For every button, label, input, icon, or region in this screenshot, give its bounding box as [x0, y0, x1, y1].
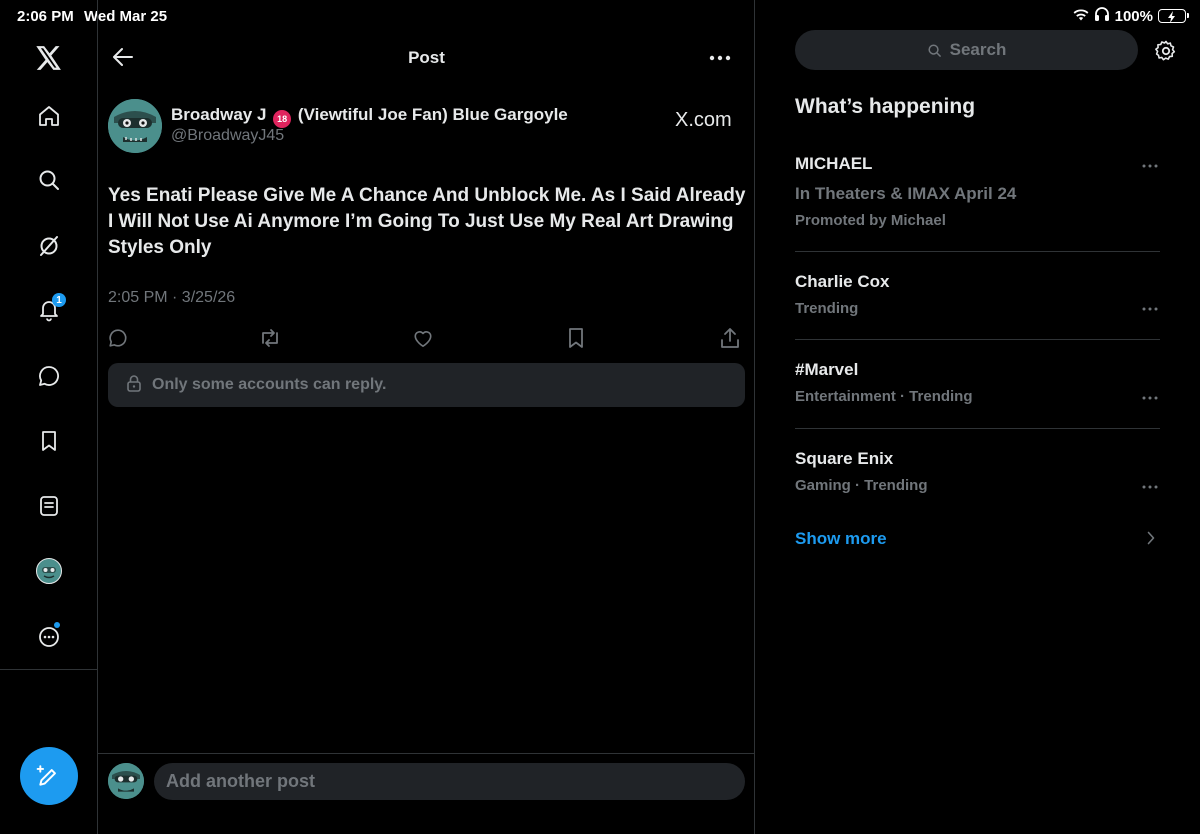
trend-name: Charlie Cox — [795, 272, 890, 291]
profile-avatar[interactable] — [29, 551, 69, 591]
author-name-prefix: Broadway J — [171, 105, 267, 124]
more-options-icon[interactable] — [29, 617, 69, 657]
post-more-icon[interactable] — [705, 44, 735, 72]
post-detail-column: Post Broadway J 18 (Viewtiful Joe Fan) B… — [98, 0, 755, 834]
grok-icon[interactable] — [29, 226, 69, 266]
trend-meta: Entertainment · Trending — [795, 388, 973, 405]
post-actions — [106, 326, 746, 350]
author-avatar[interactable] — [108, 99, 162, 153]
author-name[interactable]: Broadway J 18 (Viewtiful Joe Fan) Blue G… — [171, 105, 568, 128]
trend-item-marvel[interactable]: #Marvel Entertainment · Trending — [795, 360, 1160, 405]
bookmark-icon[interactable] — [564, 326, 588, 350]
reply-icon[interactable] — [106, 326, 130, 350]
lock-icon — [126, 374, 142, 397]
x-logo-icon[interactable] — [29, 38, 69, 78]
reply-restriction-text: Only some accounts can reply. — [152, 376, 387, 393]
bookmarks-icon[interactable] — [29, 421, 69, 461]
trend-more-icon[interactable] — [1140, 480, 1160, 494]
author-name-suffix: (Viewtiful Joe Fan) Blue Gargoyle — [297, 105, 568, 124]
like-icon[interactable] — [411, 326, 435, 350]
trend-item-square-enix[interactable]: Square Enix Gaming · Trending — [795, 449, 1160, 494]
chevron-right-icon[interactable] — [1147, 531, 1155, 550]
trend-divider — [795, 339, 1160, 340]
messages-icon[interactable] — [29, 356, 69, 396]
notification-badge: 1 — [52, 293, 66, 307]
left-nav: 1 — [0, 0, 98, 834]
trend-subtitle: In Theaters & IMAX April 24 — [795, 184, 1017, 203]
search-icon — [928, 43, 941, 57]
post-timestamp[interactable]: 2:05 PM · 3/25/26 — [108, 289, 235, 307]
nav-divider — [0, 669, 98, 670]
section-title: What’s happening — [795, 95, 976, 118]
age-restricted-icon: 18 — [273, 110, 292, 128]
search-icon[interactable] — [29, 160, 69, 200]
source-label: X.com — [675, 109, 732, 131]
search-input[interactable]: Search — [795, 30, 1138, 70]
trend-name: #Marvel — [795, 360, 859, 379]
trend-more-icon[interactable] — [1140, 391, 1160, 405]
reply-restriction-notice: Only some accounts can reply. — [108, 363, 745, 407]
search-placeholder: Search — [949, 40, 1007, 59]
add-post-input[interactable]: Add another post — [154, 763, 745, 800]
trend-more-icon[interactable] — [1140, 159, 1160, 173]
trend-name: MICHAEL — [795, 154, 873, 173]
compose-post-button[interactable] — [20, 747, 78, 805]
compose-avatar — [108, 763, 144, 799]
notifications-icon[interactable]: 1 — [29, 290, 69, 330]
author-handle[interactable]: @BroadwayJ45 — [171, 127, 284, 145]
trend-item-charlie-cox[interactable]: Charlie Cox Trending — [795, 272, 1160, 317]
lists-icon[interactable] — [29, 486, 69, 526]
show-more-link[interactable]: Show more — [795, 529, 887, 549]
compose-divider — [98, 753, 755, 754]
share-icon[interactable] — [718, 326, 742, 350]
trend-more-icon[interactable] — [1140, 302, 1160, 316]
notification-dot — [54, 622, 60, 628]
trend-meta: Trending — [795, 300, 859, 317]
compose-icon — [36, 765, 56, 786]
repost-icon[interactable] — [258, 326, 282, 350]
gear-icon[interactable] — [1153, 38, 1179, 64]
post-text: Yes Enati Please Give Me A Chance And Un… — [108, 185, 746, 258]
right-sidebar: Search What’s happening MICHAEL In Theat… — [755, 0, 1200, 834]
trend-meta: Gaming · Trending — [795, 477, 928, 494]
trend-divider — [795, 428, 1160, 429]
page-title: Post — [408, 48, 445, 67]
trend-divider — [795, 251, 1160, 252]
home-icon[interactable] — [29, 96, 69, 136]
trend-item-michael[interactable]: MICHAEL In Theaters & IMAX April 24 Prom… — [795, 154, 1160, 229]
trend-name: Square Enix — [795, 449, 894, 468]
trend-meta: Promoted by Michael — [795, 212, 946, 229]
